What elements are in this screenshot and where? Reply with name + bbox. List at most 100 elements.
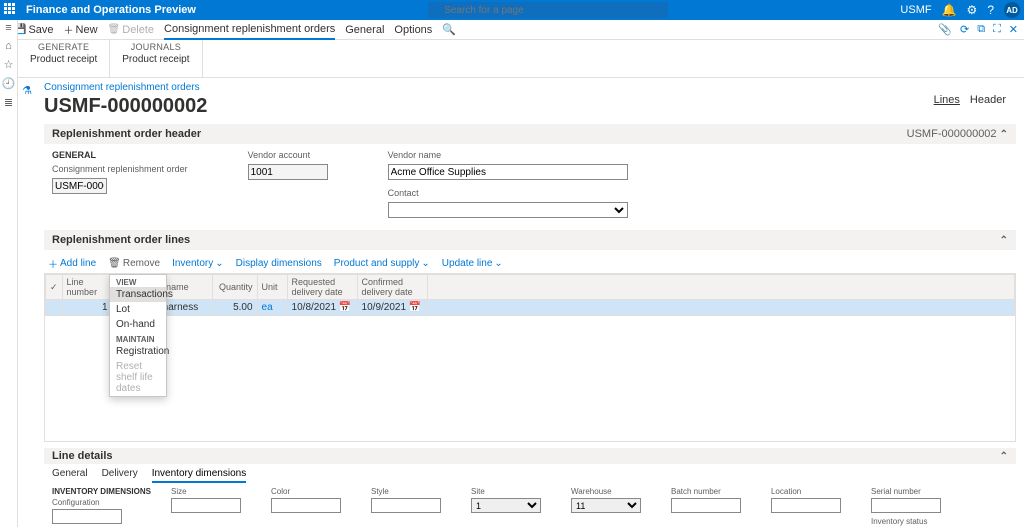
app-title: Finance and Operations Preview bbox=[26, 4, 196, 16]
warehouse-label: Warehouse bbox=[571, 487, 651, 496]
configuration-field[interactable] bbox=[52, 509, 122, 524]
menu-icon[interactable]: ≡ bbox=[5, 22, 11, 34]
contact-field[interactable] bbox=[388, 202, 628, 218]
product-supply-dropdown[interactable]: Product and supply bbox=[334, 256, 430, 271]
tab-options[interactable]: Options bbox=[394, 24, 432, 36]
menu-item-reset: Reset shelf life dates bbox=[110, 359, 166, 396]
col-quantity[interactable]: Quantity bbox=[212, 275, 257, 300]
vendor-name-field[interactable] bbox=[388, 164, 628, 180]
serial-field[interactable] bbox=[871, 498, 941, 513]
home-icon[interactable]: ⌂ bbox=[5, 40, 12, 52]
col-check[interactable]: ✓ bbox=[46, 275, 63, 300]
menu-section-view: VIEW bbox=[110, 275, 166, 287]
grid: ✓ Line number Item duct name Quantity Un… bbox=[44, 274, 1016, 442]
trash-icon: 🗑 bbox=[108, 24, 121, 35]
star-icon[interactable]: ☆ bbox=[4, 58, 14, 71]
attach-icon[interactable]: 📎 bbox=[938, 23, 952, 36]
col-requested[interactable]: Requested delivery date bbox=[287, 275, 357, 300]
section-header-lines[interactable]: Replenishment order lines bbox=[44, 230, 1016, 250]
ribbon-product-receipt-gen[interactable]: Product receipt bbox=[30, 54, 97, 65]
breadcrumb[interactable]: Consignment replenishment orders bbox=[44, 82, 1016, 93]
cell-requested[interactable]: 10/8/2021 📅 bbox=[287, 300, 357, 316]
refresh-icon[interactable]: ⟳ bbox=[960, 23, 969, 36]
col-confirmed[interactable]: Confirmed delivery date bbox=[357, 275, 427, 300]
display-dimensions-button[interactable]: Display dimensions bbox=[236, 256, 322, 271]
expand-icon[interactable]: ⛶ bbox=[993, 23, 1001, 36]
menu-item-registration[interactable]: Registration bbox=[110, 344, 166, 359]
list-icon[interactable]: ≣ bbox=[4, 96, 13, 109]
ld-tab-delivery[interactable]: Delivery bbox=[102, 468, 138, 483]
command-bar: 💾Save ＋New 🗑Delete Consignment replenish… bbox=[0, 20, 1024, 40]
line-details-header[interactable]: Line details bbox=[44, 448, 1016, 464]
site-field[interactable]: 1 bbox=[471, 498, 541, 513]
cell-line-number[interactable]: 1 bbox=[62, 300, 112, 316]
inventory-dropdown[interactable]: Inventory bbox=[172, 256, 224, 271]
cell-confirmed[interactable]: 10/9/2021 📅 bbox=[357, 300, 427, 316]
recent-icon[interactable]: 🕘 bbox=[2, 77, 16, 90]
vendor-account-label: Vendor account bbox=[248, 150, 328, 160]
order-label: Consignment replenishment order bbox=[52, 164, 188, 174]
tab-consignment[interactable]: Consignment replenishment orders bbox=[164, 20, 335, 40]
save-button[interactable]: 💾Save bbox=[14, 24, 54, 36]
view-tab-lines[interactable]: Lines bbox=[934, 94, 960, 106]
popout-icon[interactable]: ⧉ bbox=[977, 23, 985, 36]
collapse-icon[interactable] bbox=[1000, 128, 1008, 140]
collapse-icon[interactable] bbox=[1000, 450, 1008, 462]
update-line-dropdown[interactable]: Update line bbox=[442, 256, 503, 271]
warehouse-field[interactable]: 11 bbox=[571, 498, 641, 513]
cell-quantity[interactable]: 5.00 bbox=[212, 300, 257, 316]
ld-tab-invdim[interactable]: Inventory dimensions bbox=[152, 468, 247, 483]
style-field[interactable] bbox=[371, 498, 441, 513]
size-field[interactable] bbox=[171, 498, 241, 513]
col-line-number[interactable]: Line number bbox=[62, 275, 112, 300]
search-input[interactable] bbox=[428, 2, 668, 18]
line-details-title: Line details bbox=[52, 450, 113, 462]
remove-line-button[interactable]: 🗑Remove bbox=[108, 256, 160, 271]
grid-row[interactable]: 1 M92 ing harness 5.00 ea 10/8/2021 📅 10… bbox=[46, 300, 1015, 316]
delete-button[interactable]: 🗑Delete bbox=[108, 24, 155, 36]
section-header-id: USMF-000000002 bbox=[907, 128, 997, 140]
company-code[interactable]: USMF bbox=[900, 4, 931, 16]
grid-toolbar: ＋Add line 🗑Remove Inventory Display dime… bbox=[44, 254, 1016, 274]
cell-unit[interactable]: ea bbox=[257, 300, 287, 316]
invdim-label: INVENTORY DIMENSIONS bbox=[52, 487, 151, 496]
app-launcher-icon[interactable] bbox=[4, 3, 18, 17]
grid-header-row: ✓ Line number Item duct name Quantity Un… bbox=[46, 275, 1015, 300]
line-details-tabs: General Delivery Inventory dimensions bbox=[44, 464, 1016, 483]
ribbon-product-receipt-jrn[interactable]: Product receipt bbox=[122, 54, 189, 65]
add-line-button[interactable]: ＋Add line bbox=[48, 256, 96, 271]
avatar[interactable]: AD bbox=[1004, 2, 1020, 18]
menu-item-onhand[interactable]: On-hand bbox=[110, 317, 166, 332]
color-field[interactable] bbox=[271, 498, 341, 513]
ribbon: GENERATE Product receipt JOURNALS Produc… bbox=[18, 40, 1024, 78]
page-title: USMF-000000002 bbox=[44, 95, 1016, 118]
plus-icon: ＋ bbox=[64, 22, 74, 37]
view-tab-header[interactable]: Header bbox=[970, 94, 1006, 106]
order-field[interactable] bbox=[52, 178, 107, 194]
collapse-icon[interactable] bbox=[1000, 234, 1008, 246]
col-unit[interactable]: Unit bbox=[257, 275, 287, 300]
location-field[interactable] bbox=[771, 498, 841, 513]
vendor-account-field[interactable] bbox=[248, 164, 328, 180]
close-icon[interactable]: ✕ bbox=[1009, 23, 1018, 36]
site-label: Site bbox=[471, 487, 551, 496]
serial-label: Serial number bbox=[871, 487, 951, 496]
general-label: GENERAL bbox=[52, 150, 188, 160]
help-icon[interactable]: ? bbox=[987, 3, 994, 17]
location-label: Location bbox=[771, 487, 851, 496]
section-header-order[interactable]: Replenishment order header USMF-00000000… bbox=[44, 124, 1016, 144]
cmd-search-icon[interactable]: 🔍 bbox=[442, 23, 456, 36]
inventory-menu: VIEW Transactions Lot On-hand MAINTAIN R… bbox=[109, 274, 167, 397]
tab-general[interactable]: General bbox=[345, 24, 384, 36]
filter-icon[interactable]: ⚗ bbox=[22, 85, 32, 97]
new-button[interactable]: ＋New bbox=[64, 22, 98, 37]
contact-label: Contact bbox=[388, 188, 628, 198]
bell-icon[interactable]: 🔔 bbox=[942, 3, 957, 17]
menu-item-lot[interactable]: Lot bbox=[110, 302, 166, 317]
batch-field[interactable] bbox=[671, 498, 741, 513]
ld-tab-general[interactable]: General bbox=[52, 468, 88, 483]
size-label: Size bbox=[171, 487, 251, 496]
ribbon-generate-title: GENERATE bbox=[30, 42, 97, 52]
gear-icon[interactable]: ⚙ bbox=[967, 3, 978, 17]
menu-item-transactions[interactable]: Transactions bbox=[110, 287, 166, 302]
